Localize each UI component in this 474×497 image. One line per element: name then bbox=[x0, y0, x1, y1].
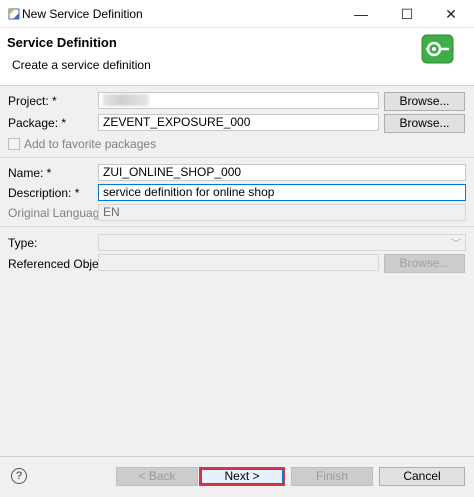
window-title: New Service Definition bbox=[22, 7, 143, 21]
description-field[interactable]: service definition for online shop bbox=[98, 184, 466, 201]
page-subtitle: Create a service definition bbox=[12, 58, 151, 72]
wizard-header: Service Definition Create a service defi… bbox=[0, 28, 474, 86]
next-button[interactable]: Next > bbox=[199, 467, 285, 486]
page-title: Service Definition bbox=[7, 35, 117, 50]
back-button[interactable]: < Back bbox=[116, 467, 198, 486]
referenced-object-field[interactable] bbox=[98, 254, 379, 271]
package-browse-button[interactable]: Browse... bbox=[384, 114, 465, 133]
close-icon: ✕ bbox=[445, 5, 457, 22]
project-browse-button[interactable]: Browse... bbox=[384, 92, 465, 111]
finish-button[interactable]: Finish bbox=[291, 467, 373, 486]
minimize-icon: — bbox=[354, 6, 368, 22]
original-language-label: Original Language: bbox=[8, 206, 110, 220]
favorite-checkbox[interactable] bbox=[8, 138, 20, 150]
maximize-button[interactable]: ☐ bbox=[384, 0, 430, 28]
separator bbox=[0, 157, 474, 158]
type-label: Type: bbox=[8, 236, 38, 250]
maximize-icon: ☐ bbox=[400, 5, 414, 22]
chevron-down-icon: ﹀ bbox=[451, 239, 461, 250]
minimize-button[interactable]: — bbox=[338, 0, 384, 28]
wizard-footer: ? < Back Next > Finish Cancel bbox=[0, 456, 474, 497]
package-label: Package: * bbox=[8, 116, 67, 130]
referenced-object-label: Referenced Object: bbox=[8, 257, 112, 271]
referenced-object-browse-button[interactable]: Browse... bbox=[384, 254, 465, 273]
service-definition-icon bbox=[421, 34, 454, 64]
name-field[interactable]: ZUI_ONLINE_SHOP_000 bbox=[98, 164, 466, 181]
separator bbox=[0, 226, 474, 227]
cancel-button[interactable]: Cancel bbox=[379, 467, 465, 486]
project-label: Project: * bbox=[8, 94, 57, 108]
eclipse-app-icon bbox=[8, 8, 20, 20]
title-bar: New Service Definition — ☐ ✕ bbox=[0, 0, 474, 28]
project-field[interactable] bbox=[98, 92, 379, 109]
type-combobox[interactable]: ﹀ bbox=[98, 234, 466, 251]
original-language-field: EN bbox=[98, 204, 466, 221]
favorite-label: Add to favorite packages bbox=[24, 137, 157, 151]
name-label: Name: * bbox=[8, 166, 52, 180]
description-label: Description: * bbox=[8, 186, 80, 200]
help-icon[interactable]: ? bbox=[11, 468, 27, 484]
close-button[interactable]: ✕ bbox=[428, 0, 474, 28]
project-value-redacted bbox=[103, 94, 149, 106]
package-field[interactable]: ZEVENT_EXPOSURE_000 bbox=[98, 114, 379, 131]
wizard-form: Project: * Browse... Package: * ZEVENT_E… bbox=[0, 86, 474, 456]
